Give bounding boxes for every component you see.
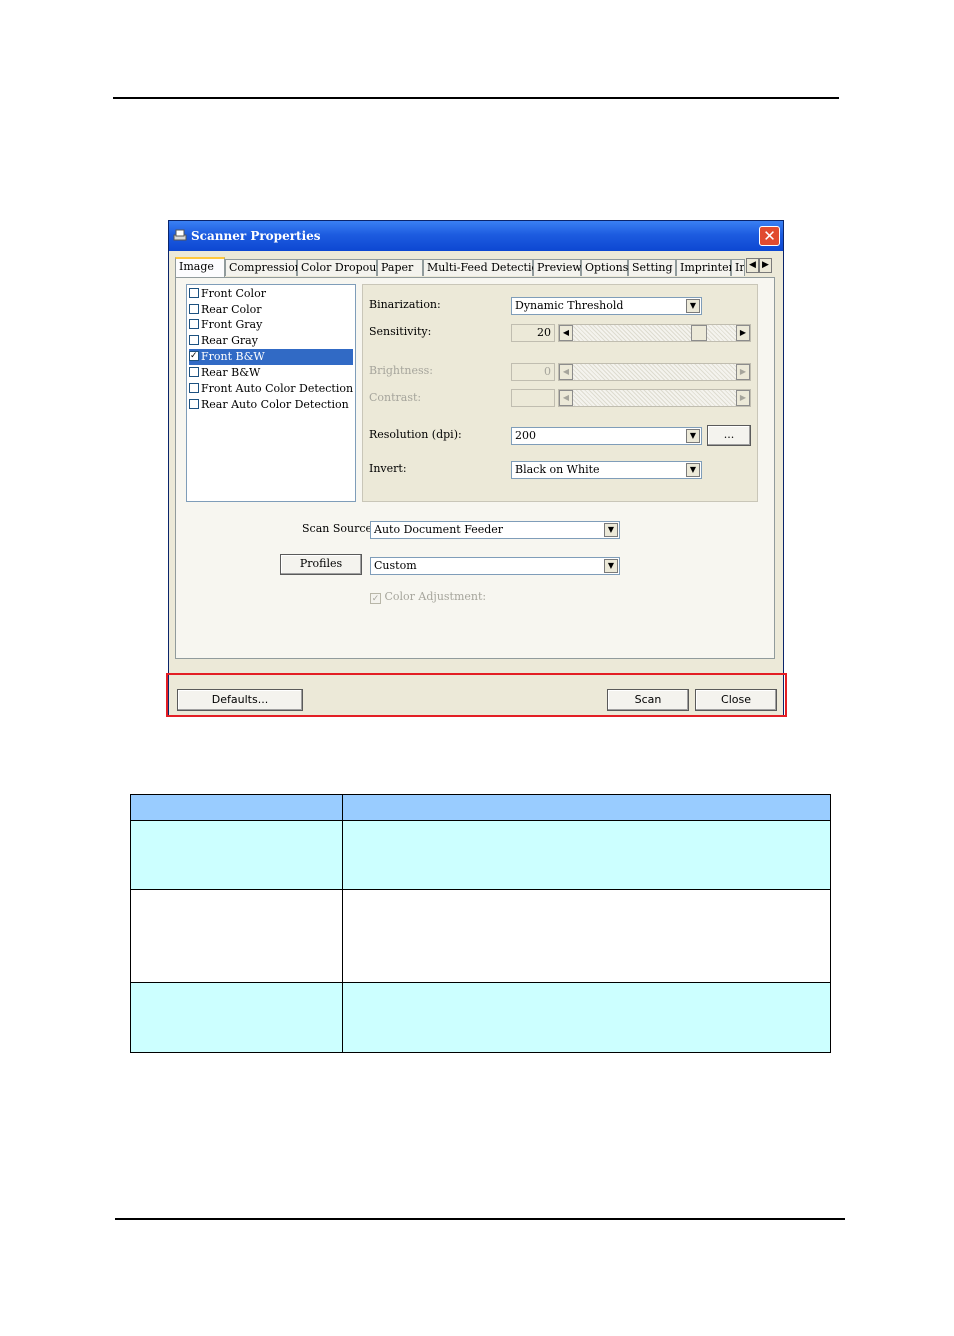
resolution-select[interactable]: 200 ▼	[511, 427, 702, 445]
tab-imprinter[interactable]: Imprinter	[676, 259, 734, 276]
list-item[interactable]: Rear Auto Color Detection	[189, 397, 353, 413]
binarization-select[interactable]: Dynamic Threshold ▼	[511, 297, 702, 315]
list-item[interactable]: Rear Color	[189, 302, 353, 318]
checkbox[interactable]	[189, 288, 199, 298]
image-tab-panel: Front Color Rear Color Front Gray Rear G…	[175, 277, 775, 659]
checkmark-icon: ✓	[370, 593, 381, 604]
tab-options[interactable]: Options	[581, 259, 628, 276]
dialog-title: Scanner Properties	[191, 229, 321, 243]
arrow-right-icon: ▶	[736, 390, 750, 406]
scanner-properties-dialog: Scanner Properties ✕ Image Compression C…	[168, 220, 784, 716]
tab-preview[interactable]: Preview	[533, 259, 582, 276]
tab-multi-feed-detection[interactable]: Multi-Feed Detection	[423, 259, 545, 276]
close-icon[interactable]: ✕	[759, 226, 780, 246]
arrow-left-icon[interactable]: ◀	[746, 258, 759, 273]
table-cell	[342, 889, 831, 983]
contrast-slider: ◀ ▶	[558, 389, 751, 407]
checkbox[interactable]	[189, 383, 199, 393]
binarization-label: Binarization:	[369, 298, 441, 311]
brightness-label: Brightness:	[369, 364, 433, 377]
table-cell	[130, 982, 343, 1053]
tab-color-dropout[interactable]: Color Dropout	[297, 259, 381, 276]
table-cell	[130, 889, 343, 983]
dropdown-arrow-icon[interactable]: ▼	[686, 299, 700, 313]
title-bar[interactable]: Scanner Properties ✕	[169, 221, 783, 251]
tab-compression[interactable]: Compression	[225, 259, 302, 276]
header-rule	[113, 97, 839, 99]
color-adjustment-checkbox: ✓ Color Adjustment:	[370, 590, 486, 604]
list-item-selected[interactable]: Front B&W	[189, 349, 353, 365]
arrow-right-icon[interactable]: ▶	[759, 258, 772, 273]
scan-source-select[interactable]: Auto Document Feeder ▼	[370, 521, 620, 539]
table-cell	[342, 820, 831, 890]
list-item[interactable]: Rear B&W	[189, 365, 353, 381]
tab-strip: Image Compression Color Dropout Paper Mu…	[175, 257, 775, 277]
tab-ir[interactable]: Ir	[731, 259, 745, 276]
brightness-value: 0	[511, 363, 555, 381]
table-row	[130, 982, 831, 1053]
color-adjustment-label: Color Adjustment:	[384, 590, 487, 603]
tab-paper[interactable]: Paper	[377, 259, 423, 276]
dropdown-arrow-icon[interactable]: ▼	[604, 559, 618, 573]
tab-setting[interactable]: Setting	[628, 259, 676, 276]
highlight-box	[166, 673, 787, 717]
checkbox[interactable]	[189, 335, 199, 345]
checkbox[interactable]	[189, 399, 199, 409]
table-cell	[342, 982, 831, 1053]
invert-label: Invert:	[369, 462, 407, 475]
profiles-button[interactable]: Profiles	[280, 554, 362, 575]
list-item[interactable]: Front Gray	[189, 317, 353, 333]
table-cell	[130, 794, 343, 821]
list-item[interactable]: Rear Gray	[189, 333, 353, 349]
sensitivity-label: Sensitivity:	[369, 325, 432, 338]
image-type-list[interactable]: Front Color Rear Color Front Gray Rear G…	[186, 284, 356, 502]
arrow-right-icon[interactable]: ▶	[736, 325, 750, 341]
dropdown-arrow-icon[interactable]: ▼	[686, 429, 700, 443]
checkbox[interactable]	[189, 367, 199, 377]
profiles-select[interactable]: Custom ▼	[370, 557, 620, 575]
arrow-right-icon: ▶	[736, 364, 750, 380]
dropdown-arrow-icon[interactable]: ▼	[604, 523, 618, 537]
arrow-left-icon: ◀	[559, 364, 573, 380]
tab-image[interactable]: Image	[175, 257, 225, 277]
table-header-row	[130, 794, 831, 821]
table-cell	[342, 794, 831, 821]
resolution-label: Resolution (dpi):	[369, 428, 462, 441]
image-settings-group: Binarization: Dynamic Threshold ▼ Sensit…	[362, 284, 758, 502]
sensitivity-slider[interactable]: ◀ ▶	[558, 324, 751, 342]
footer-rule	[115, 1218, 845, 1220]
arrow-left-icon: ◀	[559, 390, 573, 406]
contrast-value	[511, 389, 555, 407]
table-row	[130, 889, 831, 983]
sensitivity-value[interactable]: 20	[511, 324, 555, 342]
arrow-left-icon[interactable]: ◀	[559, 325, 573, 341]
checkbox[interactable]	[189, 319, 199, 329]
scanner-icon	[173, 229, 187, 241]
scan-source-label: Scan Source:	[302, 522, 376, 535]
invert-select[interactable]: Black on White ▼	[511, 461, 702, 479]
description-table	[130, 794, 831, 1053]
table-cell	[130, 820, 343, 890]
dropdown-arrow-icon[interactable]: ▼	[686, 463, 700, 477]
brightness-slider: ◀ ▶	[558, 363, 751, 381]
checkbox[interactable]	[189, 304, 199, 314]
list-item[interactable]: Front Color	[189, 286, 353, 302]
custom-resolution-button[interactable]: ...	[707, 425, 751, 446]
checkmark-icon[interactable]	[189, 349, 199, 364]
slider-thumb[interactable]	[690, 325, 707, 341]
list-item[interactable]: Front Auto Color Detection	[189, 381, 353, 397]
contrast-label: Contrast:	[369, 391, 422, 404]
table-row	[130, 820, 831, 890]
